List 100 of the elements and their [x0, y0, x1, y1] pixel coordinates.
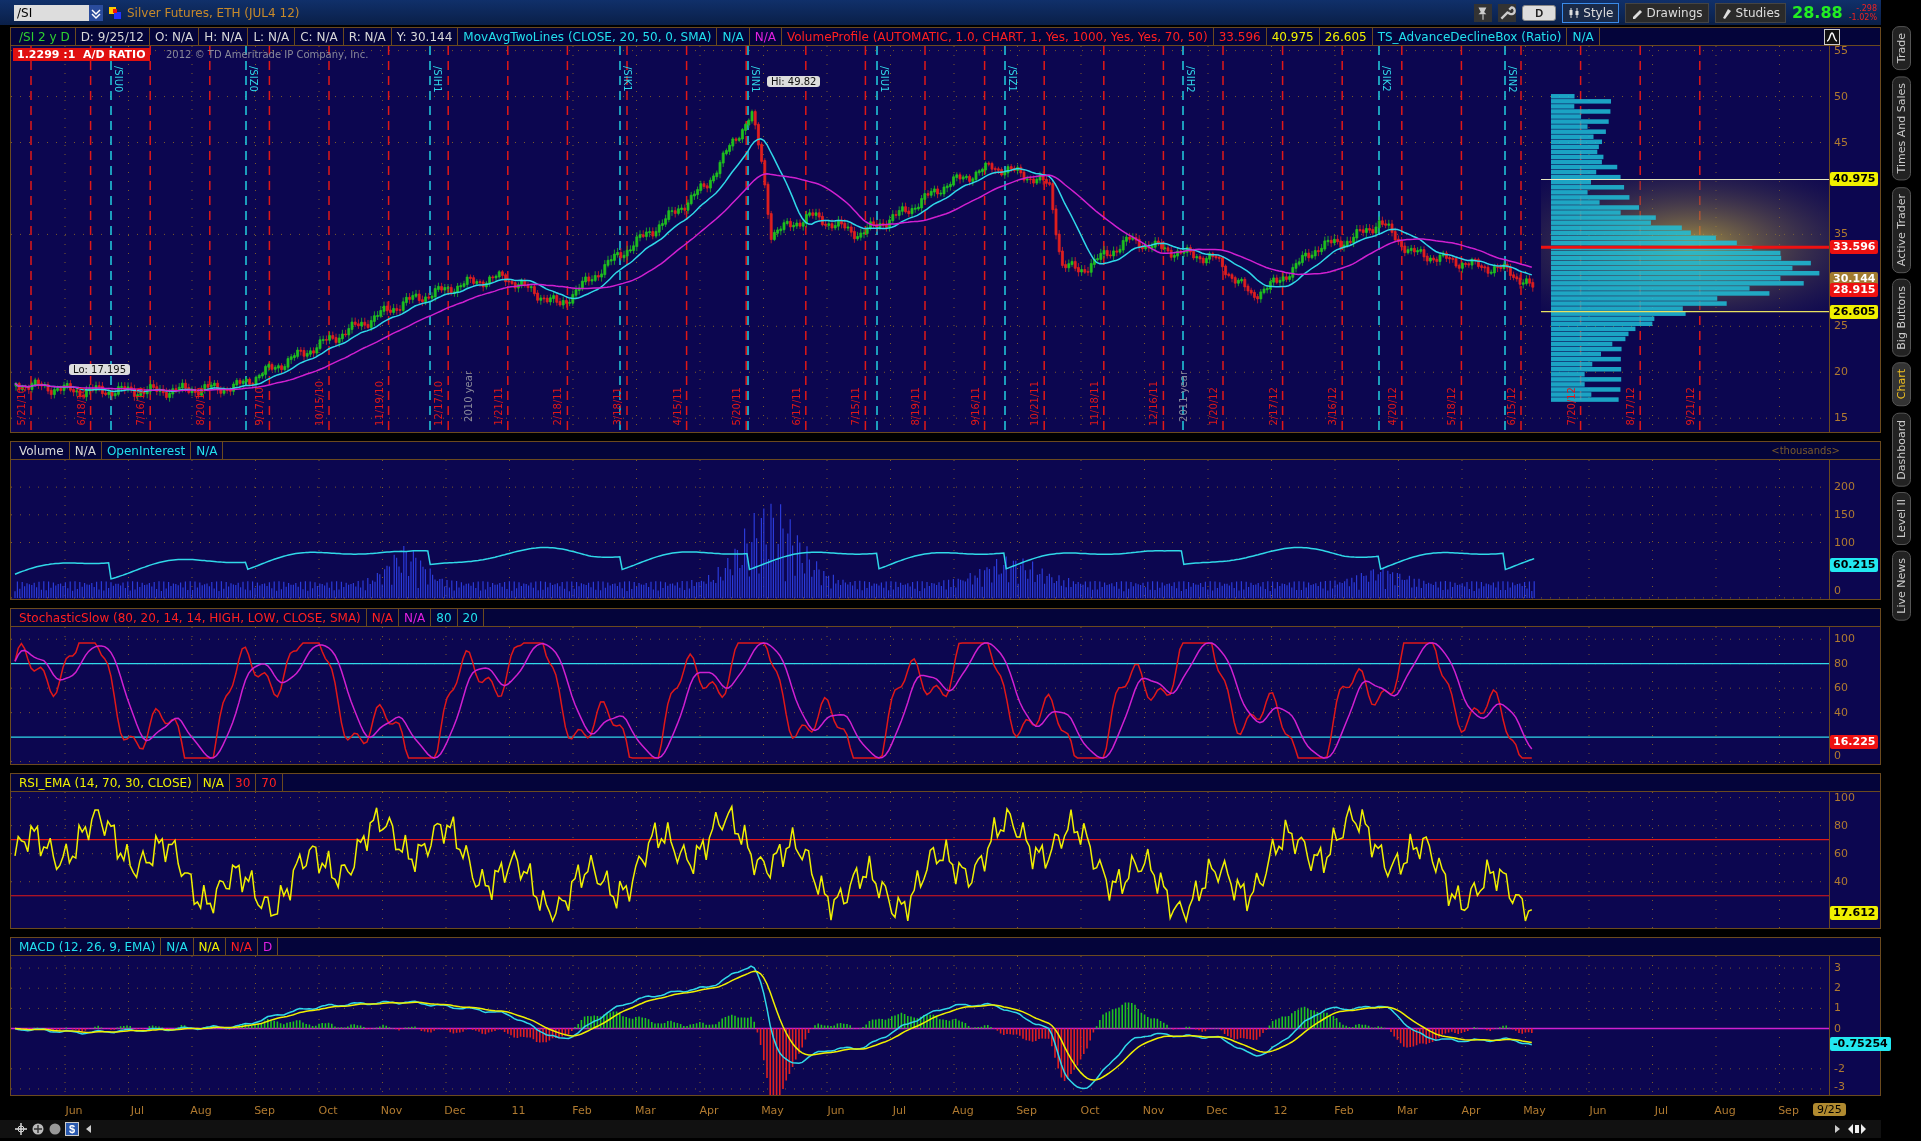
- study-label: TS_AdvanceDeclineBox (Ratio): [1372, 28, 1568, 45]
- axis-tick-label: 40: [1834, 874, 1849, 889]
- studies-button[interactable]: Studies: [1714, 2, 1787, 23]
- date-label: 12/16/11: [1148, 381, 1160, 426]
- date-label: 2/17/12: [1267, 387, 1279, 426]
- axis-tick-label: 100: [1834, 790, 1856, 805]
- axis-tick-label: 45: [1834, 135, 1849, 150]
- axis-tick-label: -2: [1834, 1061, 1845, 1076]
- axis-tick-label: 0: [1834, 584, 1842, 598]
- month-label: Sep: [1015, 1104, 1038, 1117]
- study-label: D: 9/25/12: [75, 28, 150, 45]
- study-label: MovAvgTwoLines (CLOSE, 20, 50, 0, SMA): [458, 28, 718, 45]
- axis-tick-label: 2: [1834, 981, 1842, 996]
- month-label: Aug: [951, 1104, 975, 1117]
- date-label: 4/15/11: [671, 387, 683, 426]
- side-tab[interactable]: Times And Sales: [1891, 76, 1911, 181]
- date-label: 1/21/11: [492, 387, 504, 426]
- instrument-title: Silver Futures, ETH (JUL4 12): [127, 5, 300, 20]
- axis-tick-label: 0: [1834, 749, 1842, 763]
- month-label: Jul: [129, 1104, 146, 1117]
- value-badge: 60.215: [1830, 557, 1879, 572]
- side-tab[interactable]: Big Buttons: [1891, 278, 1911, 357]
- date-label: 6/15/12: [1506, 387, 1517, 426]
- month-label: Aug: [1713, 1104, 1737, 1117]
- month-label: May: [760, 1104, 785, 1117]
- value-badge: 16.225: [1830, 734, 1879, 749]
- axis-tick-label: 50: [1834, 89, 1849, 104]
- units-label: <thousands>: [1771, 445, 1840, 456]
- month-label: 12: [1272, 1104, 1289, 1117]
- month-label: Dec: [443, 1104, 467, 1117]
- currency-button[interactable]: $: [65, 1122, 80, 1136]
- month-label: Dec: [1205, 1104, 1229, 1117]
- study-label: 33.596: [1213, 28, 1267, 45]
- month-label: Feb: [1333, 1104, 1355, 1117]
- ad-ratio-badge: 1.2299 :1 A/D RATIO: [13, 48, 150, 61]
- contract-label: /SIK1: [622, 66, 633, 92]
- study-label: 30: [230, 774, 257, 791]
- month-label: Oct: [1079, 1104, 1101, 1117]
- axis-tick-label: 100: [1834, 632, 1856, 647]
- style-button[interactable]: Style: [1562, 2, 1620, 23]
- side-tab[interactable]: Chart: [1891, 362, 1911, 407]
- axis-tick-label: 35: [1834, 227, 1849, 242]
- study-label: C: N/A: [295, 28, 344, 45]
- study-label: N/A: [1567, 28, 1600, 45]
- side-tab[interactable]: Level II: [1891, 492, 1911, 546]
- axis-tick-label: 40: [1834, 705, 1849, 720]
- last-price: 28.88: [1792, 3, 1843, 22]
- axis-tick-label: 60: [1834, 681, 1849, 696]
- drawings-button[interactable]: Drawings: [1625, 2, 1709, 23]
- axis-tick-label: 60: [1834, 846, 1849, 861]
- study-label: N/A: [399, 609, 432, 626]
- value-badge: -0.75254: [1830, 1036, 1891, 1051]
- percent-change: -1.02%: [1848, 12, 1877, 22]
- study-label: 80: [431, 609, 458, 626]
- axis-tick-label: 0: [1834, 1021, 1842, 1036]
- side-tab[interactable]: Trade: [1891, 26, 1911, 71]
- value-badge: 40.975: [1830, 172, 1879, 187]
- date-label: 6/17/11: [790, 387, 802, 426]
- side-tab[interactable]: Active Trader: [1891, 186, 1911, 273]
- study-label: N/A: [366, 609, 400, 626]
- study-label: D: [258, 938, 279, 955]
- date-label: 10/21/11: [1029, 381, 1041, 426]
- contract-label: /SIZ0: [248, 66, 259, 92]
- month-label: Mar: [634, 1104, 657, 1117]
- date-label: 9/21/12: [1684, 387, 1696, 426]
- study-label: MACD (12, 26, 9, EMA): [14, 938, 162, 955]
- date-label: 7/20/12: [1565, 387, 1577, 426]
- contract-label: /SIZ1: [1007, 66, 1018, 92]
- symbol-field[interactable]: /SI: [14, 4, 103, 21]
- month-label: Jul: [891, 1104, 908, 1117]
- axis-tick-label: 1: [1834, 1001, 1842, 1016]
- axis-tick-label: 3: [1834, 961, 1842, 976]
- month-label: Mar: [1396, 1104, 1419, 1117]
- month-label: Apr: [698, 1104, 720, 1117]
- net-change: -.298: [1856, 3, 1877, 13]
- contract-label: /SIH2: [1185, 66, 1196, 93]
- month-label: Aug: [189, 1104, 213, 1117]
- date-label: 10/15/10: [314, 381, 325, 426]
- study-label: 70: [256, 774, 283, 791]
- month-label: Oct: [317, 1104, 339, 1117]
- value-badge: 26.605: [1830, 304, 1879, 319]
- axis-tick-label: 25: [1834, 319, 1849, 334]
- study-label: 26.605: [1319, 28, 1373, 45]
- date-label: 7/15/11: [850, 387, 862, 426]
- study-label: L: N/A: [248, 28, 296, 45]
- aggregation-toggle[interactable]: D: [1522, 4, 1557, 21]
- date-label: 9/17/10: [254, 387, 266, 426]
- study-label: R: N/A: [343, 28, 392, 45]
- study-label: /SI 2 y D: [14, 28, 76, 45]
- month-label: Jun: [826, 1104, 846, 1117]
- contract-label: /SIU1: [879, 66, 890, 93]
- side-tab[interactable]: Live News: [1891, 551, 1911, 621]
- date-label: 4/20/12: [1386, 387, 1398, 426]
- contract-label: /SIN2: [1507, 66, 1518, 93]
- study-label: N/A: [193, 938, 226, 955]
- copyright-text: 2012 © TD Ameritrade IP Company, Inc.: [166, 49, 369, 60]
- date-badge: 9/25: [1813, 1103, 1846, 1116]
- side-tab[interactable]: Dashboard: [1891, 412, 1911, 487]
- month-label: Jun: [1588, 1104, 1608, 1117]
- axis-tick-label: -3: [1834, 1080, 1845, 1094]
